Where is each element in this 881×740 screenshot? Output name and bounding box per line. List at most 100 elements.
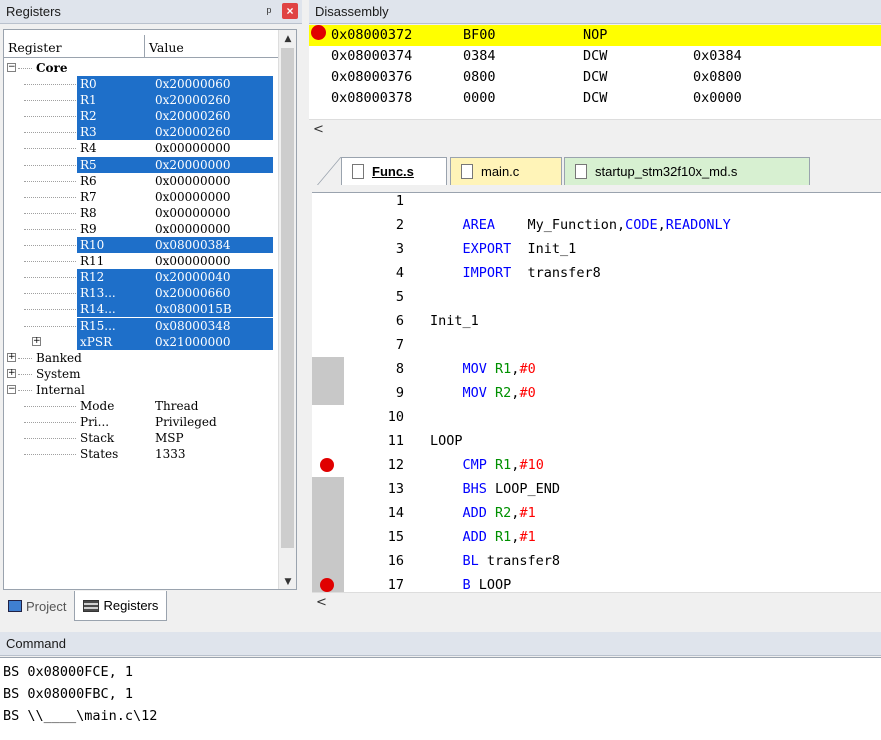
register-row[interactable]: + System	[4, 366, 278, 382]
expand-icon[interactable]: +	[32, 336, 41, 346]
disassembly-row[interactable]: 0x08000376 0800 DCW 0x0800	[309, 67, 881, 88]
register-row[interactable]: States 1333	[4, 446, 278, 462]
editor-hscrollbar[interactable]: <	[312, 592, 881, 614]
code-line[interactable]: 3 EXPORT Init_1	[312, 237, 881, 261]
register-row[interactable]: R12 0x20000040	[4, 269, 278, 286]
register-row[interactable]: R3 0x20000260	[4, 124, 278, 141]
code-line[interactable]: 11 LOOP	[312, 429, 881, 453]
scroll-down-icon[interactable]: ▼	[279, 573, 296, 589]
register-name: R2	[80, 109, 97, 124]
code-token: transfer8	[486, 553, 561, 569]
code-line[interactable]: 12 CMP R1,#10	[312, 453, 881, 477]
expand-icon[interactable]: +	[7, 368, 16, 378]
tree-connector	[24, 325, 76, 327]
register-row[interactable]: + Banked	[4, 350, 278, 366]
vertical-splitter[interactable]	[302, 0, 309, 626]
register-value: 0x08000348	[155, 318, 231, 333]
code-line[interactable]: 2 AREA My_Function,CODE,READONLY	[312, 213, 881, 237]
expand-icon[interactable]: +	[7, 352, 16, 362]
disassembly-code: BF00	[463, 27, 496, 43]
disassembly-view[interactable]: 0x08000372 BF00 NOP 0x08000374 0384 DCW 0x0384…	[309, 25, 881, 119]
line-number: 9	[395, 385, 404, 401]
register-row[interactable]: R14... 0x0800015B	[4, 301, 278, 318]
code-line[interactable]: 8 MOV R1,#0	[312, 357, 881, 381]
code-line[interactable]: 13 BHS LOOP_END	[312, 477, 881, 501]
disassembly-row[interactable]: 0x08000374 0384 DCW 0x0384	[309, 46, 881, 67]
disassembly-hscrollbar[interactable]: <	[309, 119, 881, 140]
code-line[interactable]: 10	[312, 405, 881, 429]
register-name: R14...	[80, 302, 116, 317]
code-line[interactable]: 17 B LOOP	[312, 573, 881, 592]
register-row[interactable]: Mode Thread	[4, 398, 278, 414]
register-row[interactable]: Stack MSP	[4, 430, 278, 446]
code-text: B LOOP	[430, 573, 512, 592]
close-icon[interactable]: ×	[282, 3, 298, 19]
disassembly-row[interactable]: 0x08000378 0000 DCW 0x0000	[309, 88, 881, 109]
scroll-up-icon[interactable]: ▲	[279, 30, 296, 48]
register-row[interactable]: Pri... Privileged	[4, 414, 278, 430]
tab-startup[interactable]: startup_stm32f10x_md.s	[564, 157, 810, 185]
command-line: BS \\____\main.c\12	[3, 708, 158, 724]
register-row[interactable]: R1 0x20000260	[4, 92, 278, 109]
tree-connector	[24, 422, 76, 424]
register-row[interactable]: R2 0x20000260	[4, 108, 278, 125]
tree-connector	[24, 100, 76, 102]
register-row[interactable]: R5 0x20000000	[4, 156, 278, 173]
disassembly-title-text: Disassembly	[315, 4, 389, 19]
registers-tree[interactable]: Register Value − Core R0 0x20000060 R1 0x2000…	[3, 29, 297, 590]
register-row[interactable]: R15... 0x08000348	[4, 317, 278, 334]
scroll-thumb[interactable]	[281, 48, 294, 548]
code-line[interactable]: 9 MOV R2,#0	[312, 381, 881, 405]
code-text: Init_1	[430, 309, 479, 333]
register-row[interactable]: R13... 0x20000660	[4, 285, 278, 302]
tab-project[interactable]: Project	[0, 591, 74, 621]
breakpoint-icon[interactable]	[320, 578, 334, 592]
register-row[interactable]: R7 0x00000000	[4, 189, 278, 205]
register-row[interactable]: R11 0x00000000	[4, 253, 278, 269]
register-row[interactable]: R9 0x00000000	[4, 221, 278, 237]
column-header-value[interactable]: Value	[145, 35, 184, 57]
register-row[interactable]: R8 0x00000000	[4, 205, 278, 221]
register-row[interactable]: − Core	[4, 60, 278, 76]
tab-func-s[interactable]: Func.s	[341, 157, 447, 185]
register-row[interactable]: R10 0x08000384	[4, 237, 278, 254]
code-line[interactable]: 6 Init_1	[312, 309, 881, 333]
breakpoint-icon[interactable]	[320, 458, 334, 472]
command-output[interactable]: BS 0x08000FCE, 1 BS 0x08000FBC, 1 BS \\___…	[0, 657, 881, 740]
scroll-left-icon[interactable]: <	[313, 122, 324, 137]
editor-tab-bar: Func.s main.c startup_stm32f10x_md.s	[309, 140, 881, 192]
scroll-left-icon[interactable]: <	[316, 595, 327, 610]
tree-connector	[24, 405, 76, 407]
code-line[interactable]: 4 IMPORT transfer8	[312, 261, 881, 285]
pin-icon[interactable]: ᵖ	[262, 4, 276, 19]
registers-scrollbar[interactable]: ▲ ▼	[278, 30, 296, 589]
collapse-icon[interactable]: −	[7, 384, 16, 394]
code-line[interactable]: 5	[312, 285, 881, 309]
code-token: B	[430, 577, 479, 592]
disassembly-mnemonic: NOP	[583, 27, 608, 43]
code-editor[interactable]: 12 AREA My_Function,CODE,READONLY 3 EXPOR…	[312, 192, 881, 592]
code-line[interactable]: 15 ADD R1,#1	[312, 525, 881, 549]
register-row[interactable]: R4 0x00000000	[4, 140, 278, 156]
command-line: BS 0x08000FCE, 1	[3, 664, 134, 680]
code-line[interactable]: 16 BL transfer8	[312, 549, 881, 573]
register-row[interactable]: R0 0x20000060	[4, 76, 278, 93]
register-row[interactable]: + xPSR 0x21000000	[4, 333, 278, 350]
code-line[interactable]: 7	[312, 333, 881, 357]
tree-connector	[24, 309, 76, 311]
register-row[interactable]: R6 0x00000000	[4, 173, 278, 189]
breakpoint-icon[interactable]	[311, 25, 326, 40]
register-name: R7	[80, 189, 97, 204]
tab-main-c[interactable]: main.c	[450, 157, 562, 185]
register-row[interactable]: − Internal	[4, 382, 278, 398]
tab-registers[interactable]: Registers	[74, 591, 168, 621]
collapse-icon[interactable]: −	[7, 63, 16, 72]
command-line: BS 0x08000FBC, 1	[3, 686, 134, 702]
disassembly-row[interactable]: 0x08000372 BF00 NOP	[309, 25, 881, 46]
register-name: R3	[80, 125, 97, 140]
code-line[interactable]: 14 ADD R2,#1	[312, 501, 881, 525]
code-token: #10	[519, 457, 544, 473]
code-token: CMP	[430, 457, 496, 473]
code-line[interactable]: 1	[312, 193, 881, 213]
column-header-register[interactable]: Register	[4, 35, 145, 57]
